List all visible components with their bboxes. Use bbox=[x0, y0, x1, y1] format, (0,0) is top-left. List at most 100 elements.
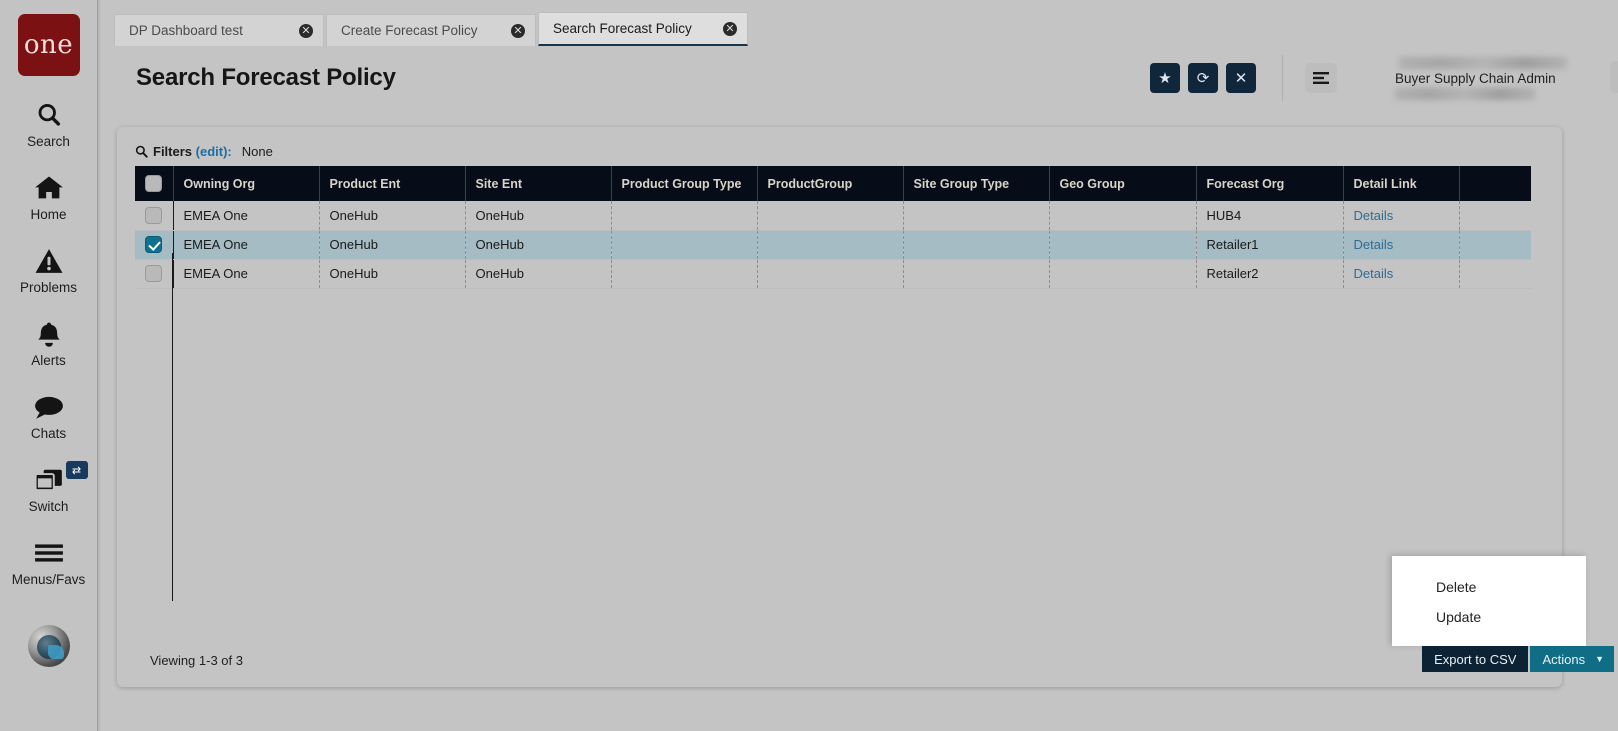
cell-spacer bbox=[1459, 259, 1531, 289]
close-icon[interactable]: ✕ bbox=[723, 21, 737, 36]
cell-spacer bbox=[1459, 230, 1531, 260]
sidebar-label-search: Search bbox=[27, 134, 70, 149]
user-avatar[interactable] bbox=[27, 625, 70, 667]
tab-dp-dashboard-test[interactable]: DP Dashboard test ✕ bbox=[114, 14, 324, 46]
column-header-product-group-type[interactable]: Product Group Type bbox=[611, 166, 758, 201]
column-header-site-group-type[interactable]: Site Group Type bbox=[903, 166, 1050, 201]
switch-badge-icon[interactable]: ⇄ bbox=[65, 461, 88, 479]
page-header: Search Forecast Policy ★ ⟳ ✕ Buyer Suppl… bbox=[98, 46, 1618, 110]
close-icon[interactable]: ✕ bbox=[299, 23, 313, 38]
cell-detail-link[interactable]: Details bbox=[1343, 230, 1460, 260]
tab-label: Search Forecast Policy bbox=[553, 21, 692, 36]
cell-site-ent: OneHub bbox=[465, 230, 612, 260]
tab-create-forecast-policy[interactable]: Create Forecast Policy ✕ bbox=[326, 14, 536, 46]
details-link[interactable]: Details bbox=[1354, 208, 1394, 223]
select-all-header[interactable] bbox=[135, 166, 174, 201]
search-icon bbox=[135, 145, 148, 158]
select-all-checkbox[interactable] bbox=[145, 175, 163, 192]
cell-product-group bbox=[757, 230, 904, 260]
menu-item-delete[interactable]: Delete bbox=[1392, 572, 1586, 602]
close-icon[interactable]: ✕ bbox=[511, 23, 525, 38]
home-icon bbox=[34, 173, 64, 203]
cell-product-group-type bbox=[611, 230, 758, 260]
logo-text: one bbox=[23, 30, 74, 60]
export-to-csv-button[interactable]: Export to CSV bbox=[1422, 646, 1529, 672]
grid-column-divider bbox=[172, 253, 173, 601]
column-header-geo-group[interactable]: Geo Group bbox=[1049, 166, 1197, 201]
column-header-owning-org[interactable]: Owning Org bbox=[173, 166, 320, 201]
table-header-row: Owning Org Product Ent Site Ent Product … bbox=[135, 166, 1531, 201]
header-actions: ★ ⟳ ✕ Buyer Supply Chain Admin bbox=[1142, 51, 1618, 105]
cell-site-group-type bbox=[903, 201, 1050, 231]
search-icon bbox=[35, 100, 63, 130]
sidebar-item-search[interactable]: Search bbox=[0, 100, 98, 149]
row-select-cell[interactable] bbox=[135, 201, 174, 231]
row-checkbox[interactable] bbox=[145, 236, 163, 254]
cell-product-ent: OneHub bbox=[319, 230, 466, 260]
user-org-redacted bbox=[1395, 87, 1535, 100]
filters-bar: Filters (edit): None bbox=[135, 144, 273, 159]
actions-label: Actions bbox=[1542, 651, 1586, 667]
chat-bubble-icon bbox=[34, 392, 64, 422]
cell-detail-link[interactable]: Details bbox=[1343, 201, 1460, 231]
column-header-product-ent[interactable]: Product Ent bbox=[319, 166, 466, 201]
refresh-icon: ⟳ bbox=[1196, 70, 1210, 87]
cell-product-ent: OneHub bbox=[319, 259, 466, 289]
sidebar-label-home: Home bbox=[30, 207, 67, 222]
windows-stack-icon bbox=[34, 465, 64, 495]
column-header-product-group[interactable]: ProductGroup bbox=[757, 166, 904, 201]
sidebar-label-problems: Problems bbox=[19, 280, 78, 295]
cell-site-group-type bbox=[903, 230, 1050, 260]
cell-forecast-org: Retailer1 bbox=[1196, 230, 1344, 260]
favorite-button[interactable]: ★ bbox=[1150, 63, 1180, 93]
cell-detail-link[interactable]: Details bbox=[1343, 259, 1460, 289]
column-header-forecast-org[interactable]: Forecast Org bbox=[1196, 166, 1344, 201]
cell-geo-group bbox=[1049, 230, 1197, 260]
sidebar-label-menus-favs: Menus/Favs bbox=[11, 572, 86, 587]
table-row[interactable]: EMEA One OneHub OneHub HUB4 Details bbox=[135, 201, 1531, 231]
cell-product-group-type bbox=[611, 259, 758, 289]
row-checkbox[interactable] bbox=[145, 265, 163, 283]
row-select-cell[interactable] bbox=[135, 259, 174, 289]
close-icon: ✕ bbox=[1234, 70, 1248, 87]
user-name-redacted bbox=[1399, 56, 1567, 69]
forecast-policy-table: Owning Org Product Ent Site Ent Product … bbox=[135, 166, 1531, 289]
user-menu[interactable]: Buyer Supply Chain Admin bbox=[1393, 51, 1618, 105]
sidebar-item-switch[interactable]: ⇄ Switch bbox=[0, 461, 98, 514]
one-network-logo[interactable]: one bbox=[17, 14, 80, 76]
cell-product-group bbox=[757, 201, 904, 231]
cell-geo-group bbox=[1049, 201, 1197, 231]
cell-owning-org: EMEA One bbox=[173, 230, 320, 260]
header-divider bbox=[1282, 55, 1283, 101]
details-link[interactable]: Details bbox=[1354, 266, 1394, 281]
table-row[interactable]: EMEA One OneHub OneHub Retailer1 Details bbox=[135, 230, 1531, 260]
table-row[interactable]: EMEA One OneHub OneHub Retailer2 Details bbox=[135, 259, 1531, 289]
content-panel: Filters (edit): None Owning Org Product … bbox=[117, 127, 1614, 687]
sidebar-item-problems[interactable]: Problems bbox=[0, 246, 98, 295]
cell-geo-group bbox=[1049, 259, 1197, 289]
close-page-button[interactable]: ✕ bbox=[1226, 63, 1256, 93]
tab-search-forecast-policy[interactable]: Search Forecast Policy ✕ bbox=[538, 12, 748, 46]
cell-spacer bbox=[1459, 201, 1531, 231]
sidebar-item-chats[interactable]: Chats bbox=[0, 392, 98, 441]
column-header-site-ent[interactable]: Site Ent bbox=[465, 166, 612, 201]
column-header-detail-link[interactable]: Detail Link bbox=[1343, 166, 1460, 201]
row-select-cell[interactable] bbox=[135, 230, 174, 260]
warning-triangle-icon bbox=[35, 246, 63, 276]
details-link[interactable]: Details bbox=[1354, 237, 1394, 252]
sidebar-item-home[interactable]: Home bbox=[0, 173, 98, 222]
page-menu-button[interactable] bbox=[1305, 63, 1337, 93]
refresh-button[interactable]: ⟳ bbox=[1188, 63, 1218, 93]
sidebar-item-menus-favs[interactable]: Menus/Favs bbox=[0, 538, 98, 587]
user-menu-chevron-button[interactable] bbox=[1610, 61, 1618, 93]
filters-edit-link[interactable]: (edit): bbox=[196, 144, 232, 159]
cell-site-ent: OneHub bbox=[465, 201, 612, 231]
row-checkbox[interactable] bbox=[145, 206, 163, 224]
sidebar-label-chats: Chats bbox=[30, 426, 67, 441]
user-role-label: Buyer Supply Chain Admin bbox=[1395, 70, 1556, 86]
hamburger-icon bbox=[34, 538, 64, 568]
filters-value: None bbox=[241, 144, 273, 159]
sidebar-item-alerts[interactable]: Alerts bbox=[0, 319, 98, 368]
menu-item-update[interactable]: Update bbox=[1392, 602, 1586, 632]
actions-button[interactable]: Actions ▼ bbox=[1530, 646, 1614, 672]
